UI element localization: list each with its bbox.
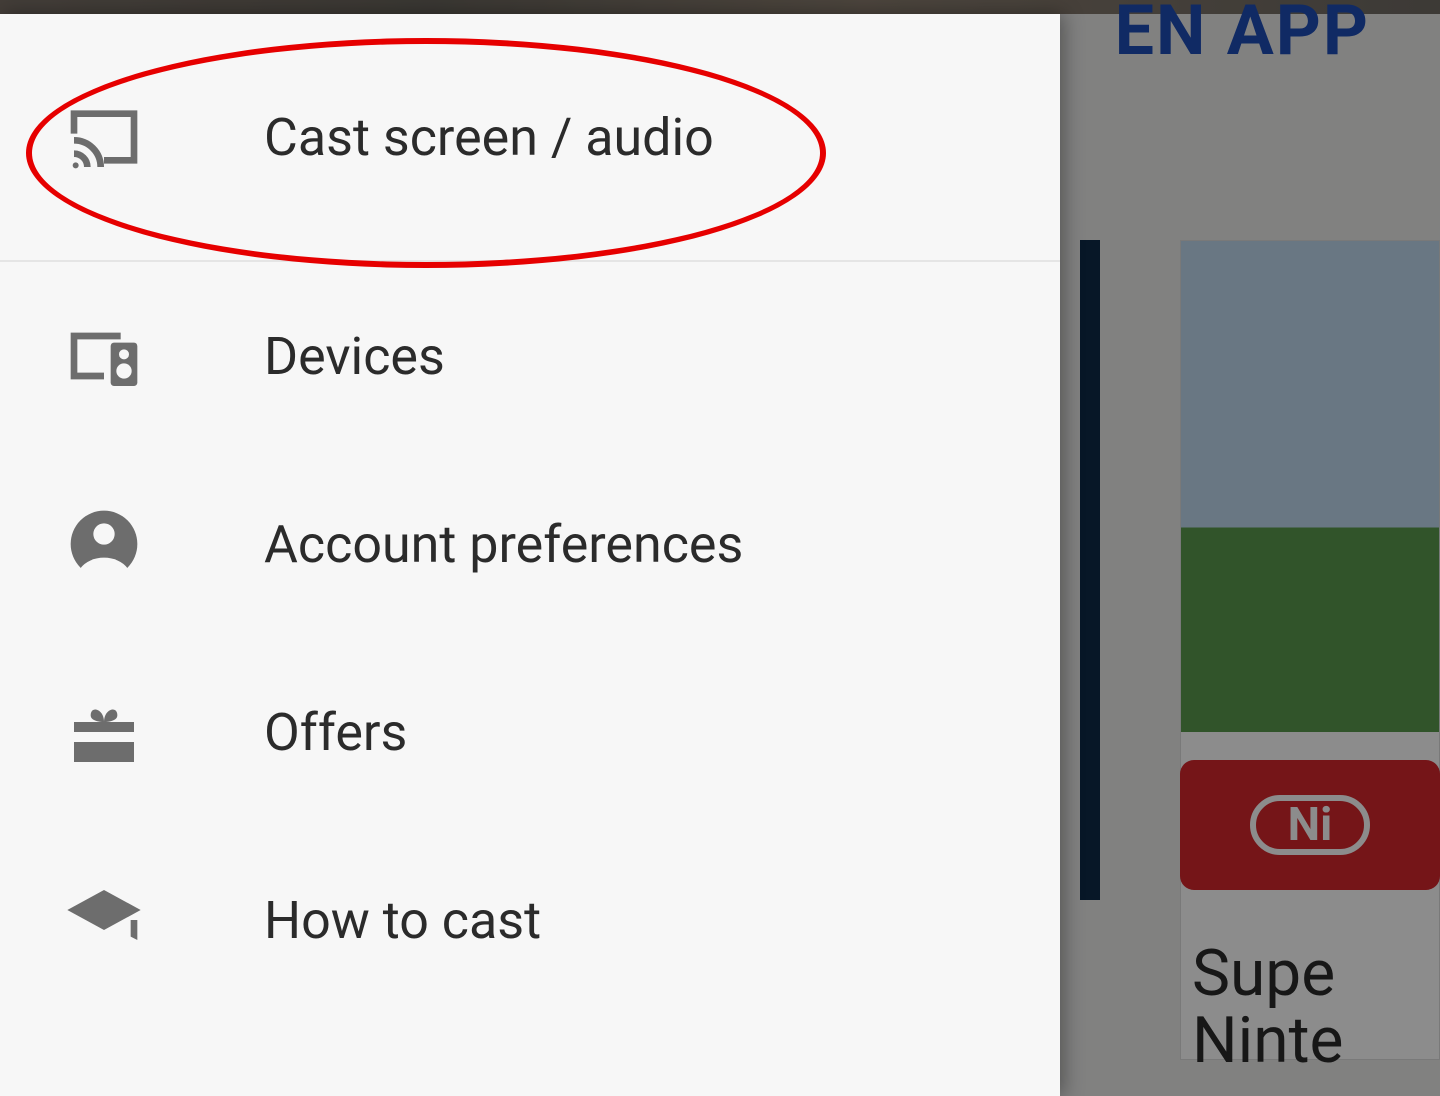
drawer-item-devices[interactable]: Devices: [0, 262, 1060, 450]
drawer-item-label: Account preferences: [264, 514, 743, 575]
cast-icon: [64, 97, 144, 177]
app-screen: EN APP Ni Supe Ninte Cast screen / audio: [0, 0, 1440, 1096]
devices-icon: [64, 316, 144, 396]
drawer-item-label: Cast screen / audio: [264, 107, 714, 168]
drawer-item-how-to-cast[interactable]: How to cast: [0, 826, 1060, 1014]
drawer-item-label: How to cast: [264, 890, 541, 951]
offers-icon: [64, 692, 144, 772]
background-top-text: EN APP: [1115, 0, 1370, 72]
graduation-cap-icon: [64, 880, 144, 960]
drawer-item-account-preferences[interactable]: Account preferences: [0, 450, 1060, 638]
drawer-item-label: Devices: [264, 326, 445, 387]
background-card-edge: [1080, 240, 1100, 900]
navigation-drawer: Cast screen / audio Devices: [0, 14, 1060, 1096]
drawer-item-cast-screen-audio[interactable]: Cast screen / audio: [0, 14, 1060, 262]
background-top-strip: [0, 0, 1440, 14]
background-caption: Supe Ninte: [1192, 940, 1343, 1074]
background-badge-text: Ni: [1250, 795, 1370, 855]
drawer-item-label: Offers: [264, 702, 407, 763]
background-nintendo-badge: Ni: [1180, 760, 1440, 890]
background-card: [1180, 240, 1440, 1060]
drawer-item-offers[interactable]: Offers: [0, 638, 1060, 826]
account-icon: [64, 504, 144, 584]
